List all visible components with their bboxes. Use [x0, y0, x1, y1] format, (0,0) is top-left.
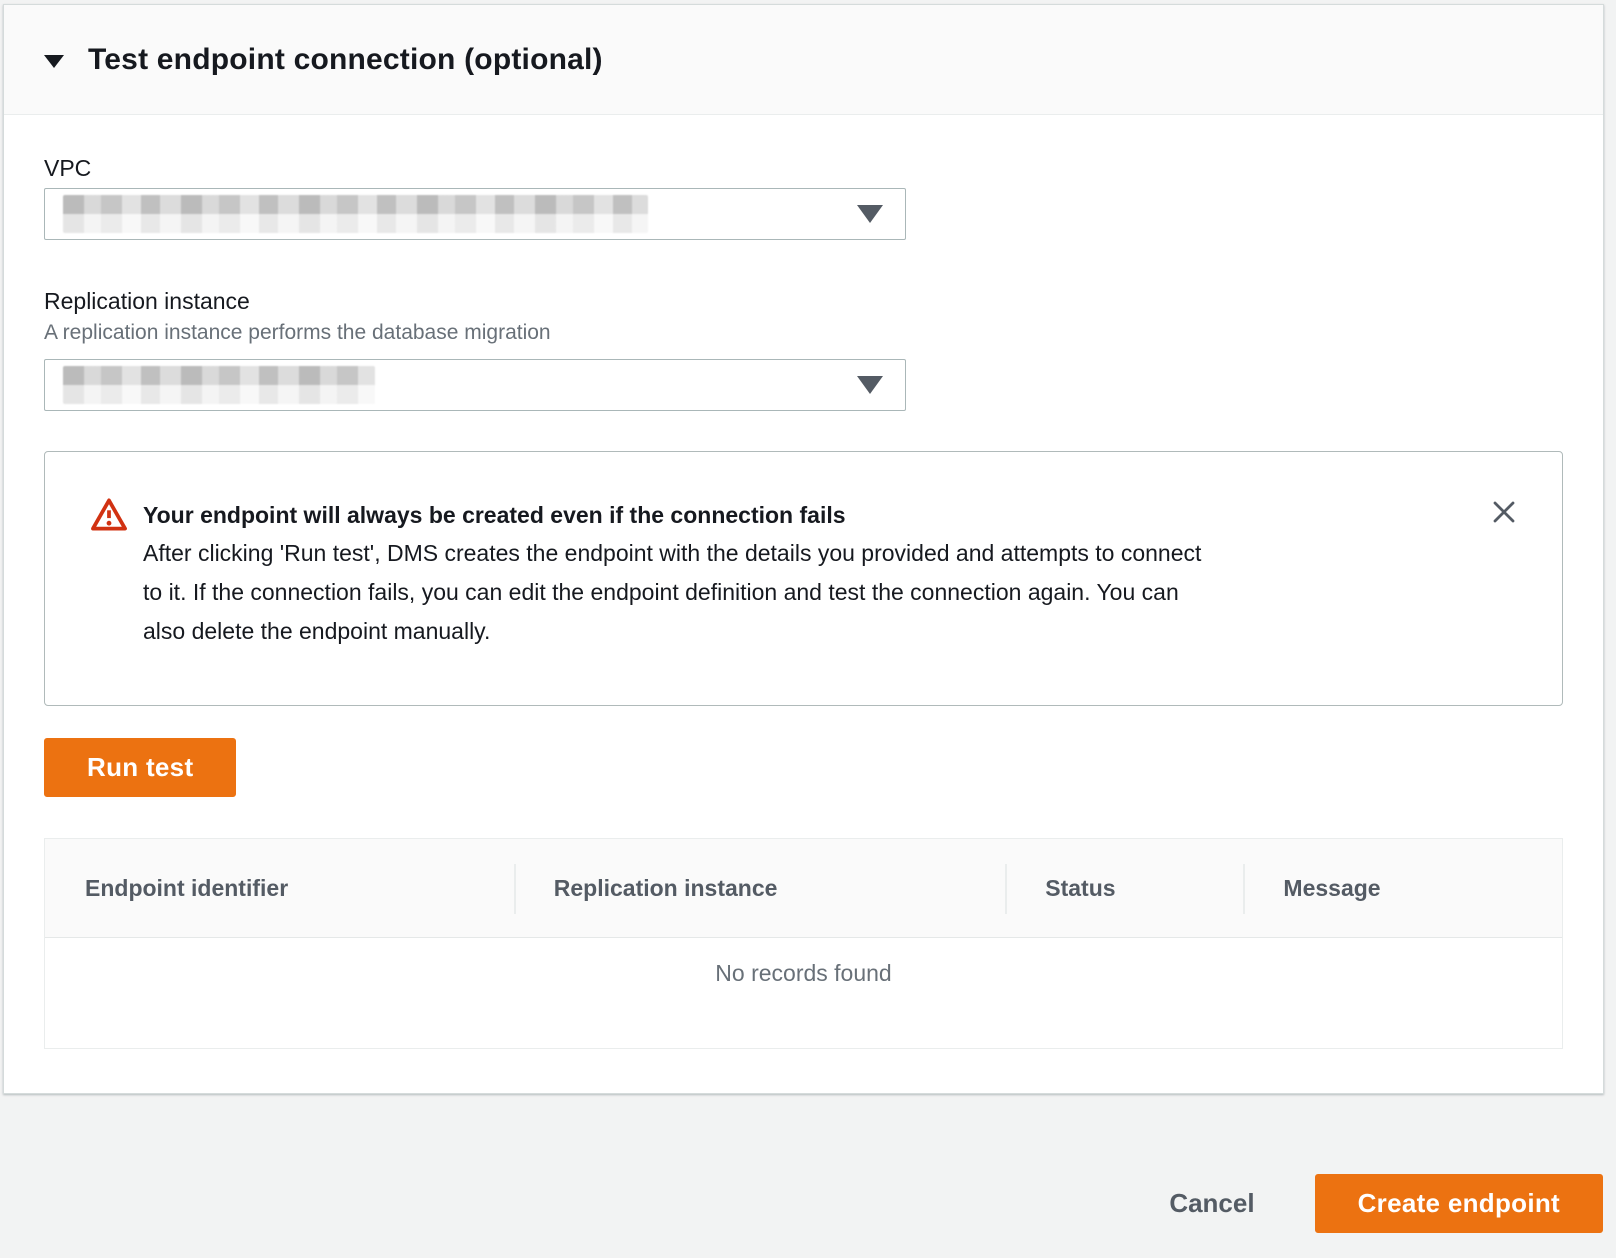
vpc-selected-value-redacted	[63, 195, 648, 233]
replication-instance-select[interactable]	[44, 359, 906, 411]
replication-instance-description: A replication instance performs the data…	[44, 321, 1563, 345]
warning-triangle-icon	[91, 498, 127, 536]
replication-instance-selected-value-redacted	[63, 366, 375, 404]
column-header-message: Message	[1243, 839, 1562, 937]
warning-alert-body-line: After clicking 'Run test', DMS creates t…	[143, 534, 1201, 573]
section-body: VPC Replication instance A replication i…	[4, 115, 1603, 1093]
warning-alert-body-line: also delete the endpoint manually.	[143, 612, 1201, 651]
warning-alert: Your endpoint will always be created eve…	[44, 451, 1563, 706]
vpc-label: VPC	[44, 155, 1563, 182]
section-title: Test endpoint connection (optional)	[88, 43, 603, 77]
column-header-replication-instance: Replication instance	[514, 839, 1006, 937]
warning-alert-title: Your endpoint will always be created eve…	[143, 496, 1201, 534]
alert-close-button[interactable]	[1484, 492, 1524, 532]
create-endpoint-button[interactable]: Create endpoint	[1315, 1174, 1603, 1233]
dropdown-caret-icon	[857, 376, 883, 394]
column-header-status: Status	[1005, 839, 1243, 937]
warning-alert-body-line: to it. If the connection fails, you can …	[143, 573, 1201, 612]
table-header-row: Endpoint identifier Replication instance…	[45, 839, 1562, 938]
vpc-select[interactable]	[44, 188, 906, 240]
column-header-endpoint-identifier: Endpoint identifier	[45, 839, 514, 937]
section-header-test-endpoint-connection[interactable]: Test endpoint connection (optional)	[4, 5, 1603, 115]
warning-alert-content: Your endpoint will always be created eve…	[143, 496, 1201, 651]
collapse-caret-icon	[44, 55, 64, 68]
no-records-text: No records found	[715, 960, 891, 986]
test-results-table: Endpoint identifier Replication instance…	[44, 838, 1563, 1049]
form-footer-actions: Cancel Create endpoint	[0, 1094, 1616, 1233]
close-icon	[1490, 498, 1518, 526]
replication-instance-label: Replication instance	[44, 288, 1563, 315]
test-endpoint-connection-card: Test endpoint connection (optional) VPC …	[3, 4, 1604, 1094]
warning-alert-body: After clicking 'Run test', DMS creates t…	[143, 534, 1201, 651]
vpc-field: VPC	[44, 155, 1563, 240]
dropdown-caret-icon	[857, 205, 883, 223]
replication-instance-field: Replication instance A replication insta…	[44, 288, 1563, 411]
table-empty-state: No records found	[45, 938, 1562, 1048]
run-test-button[interactable]: Run test	[44, 738, 236, 797]
cancel-button[interactable]: Cancel	[1161, 1188, 1262, 1219]
